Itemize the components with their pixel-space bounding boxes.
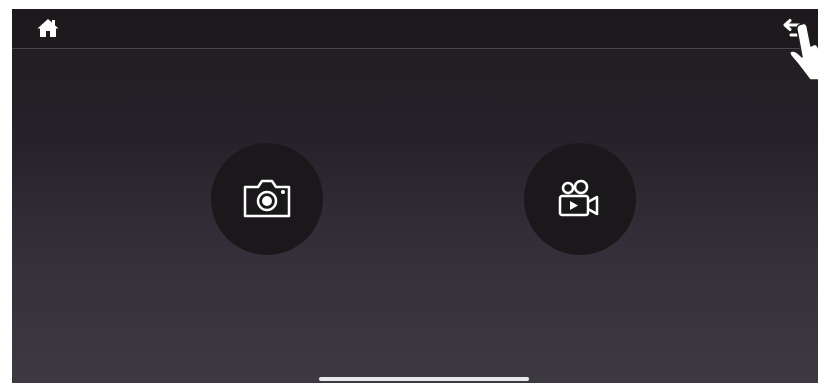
camera-mode-screen [12, 9, 818, 383]
back-button[interactable] [782, 17, 808, 43]
camera-icon [243, 179, 291, 218]
home-icon [37, 19, 59, 37]
return-icon [783, 19, 805, 37]
home-indicator[interactable] [319, 377, 529, 381]
record-video-button[interactable] [524, 143, 636, 255]
video-camera-icon [558, 179, 599, 217]
take-photo-button[interactable] [211, 143, 323, 255]
home-button[interactable] [36, 17, 60, 39]
top-bar [12, 9, 818, 49]
